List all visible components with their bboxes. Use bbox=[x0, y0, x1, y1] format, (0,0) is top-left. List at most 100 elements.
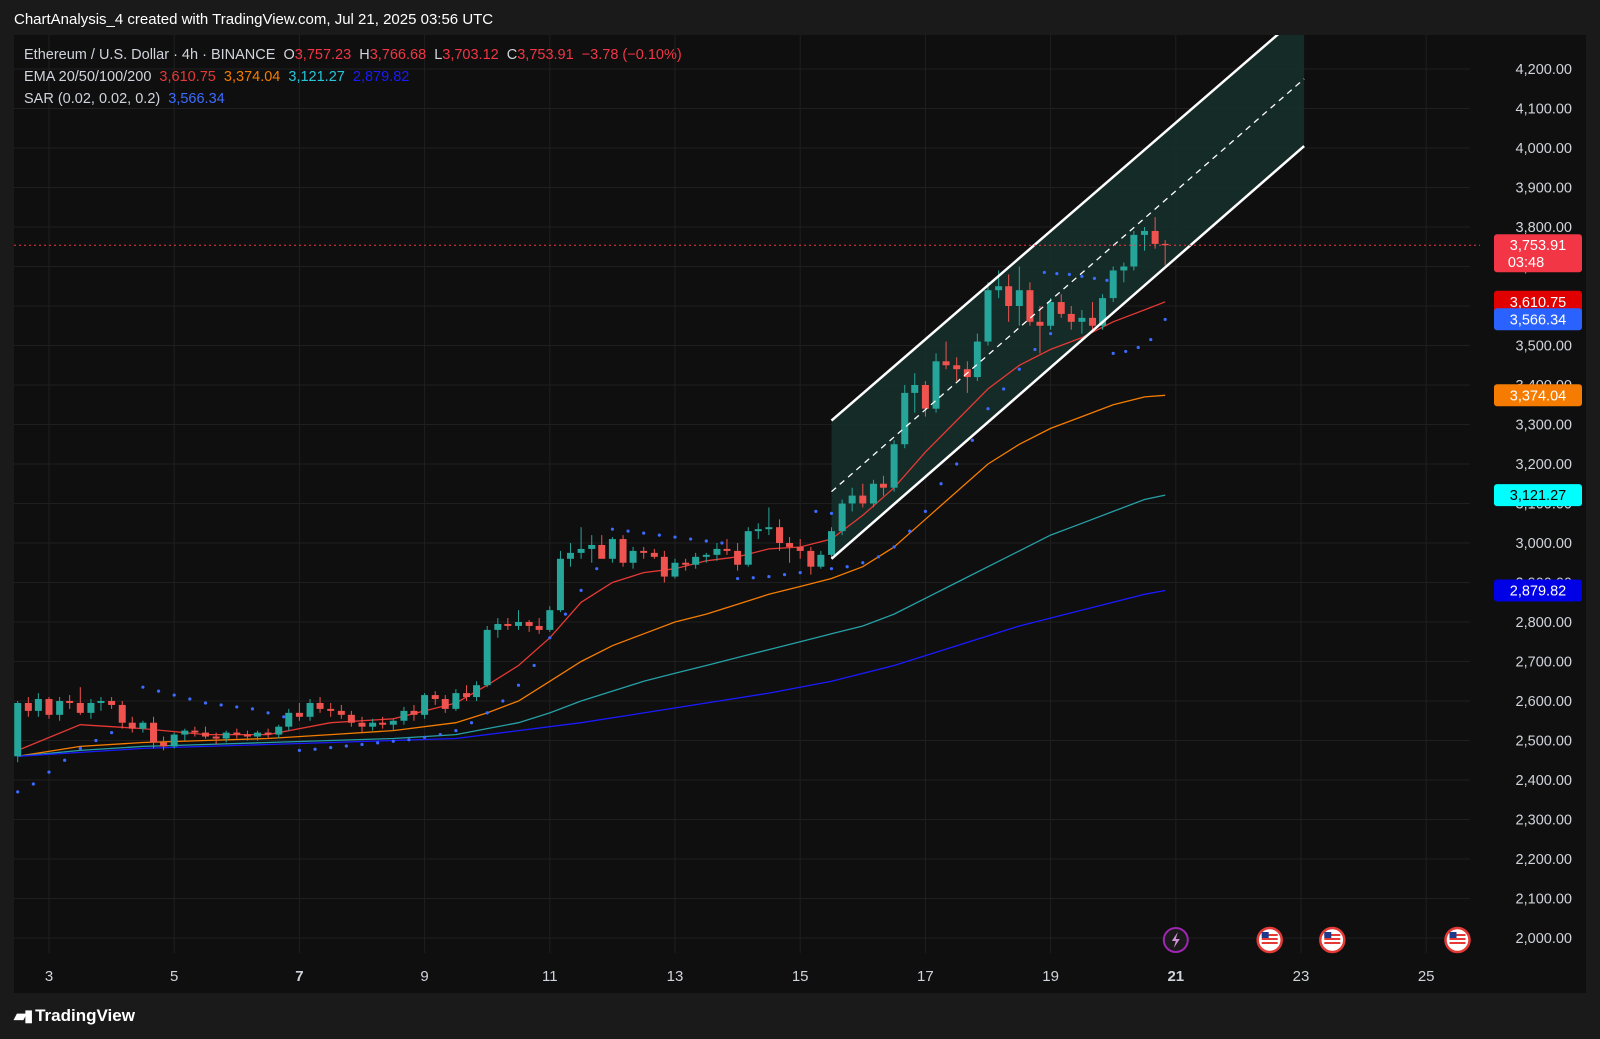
candle-body bbox=[744, 531, 752, 565]
sar-dot bbox=[814, 509, 818, 513]
sar-dot bbox=[63, 758, 67, 762]
candle-body bbox=[504, 623, 512, 626]
sar-dot bbox=[94, 738, 98, 743]
channel-mid-line bbox=[831, 78, 1305, 493]
sar-dot bbox=[266, 711, 270, 715]
sar-dot bbox=[516, 683, 521, 687]
sar-dot bbox=[1055, 272, 1059, 276]
open-value: 3,757.23 bbox=[294, 47, 352, 63]
sar-dot bbox=[736, 576, 740, 581]
flag-stripe bbox=[1449, 942, 1466, 944]
ema-legend[interactable]: EMA 20/50/100/200 3,610.75 3,374.04 3,12… bbox=[24, 69, 413, 85]
candle-body bbox=[713, 548, 721, 555]
sar-dot bbox=[579, 588, 583, 593]
candle-body bbox=[921, 385, 929, 409]
plot-area bbox=[14, 35, 1305, 794]
sar-dot bbox=[407, 738, 411, 742]
sar-dot bbox=[610, 527, 615, 531]
sar-dot bbox=[156, 689, 161, 693]
sar-dot bbox=[626, 529, 630, 533]
candle-body bbox=[24, 702, 32, 711]
sar-legend[interactable]: SAR (0.02, 0.02, 0.2) 3,566.34 bbox=[24, 91, 229, 107]
sar-dot bbox=[282, 715, 286, 719]
candle-body bbox=[515, 622, 522, 626]
x-tick-label: 25 bbox=[1418, 968, 1435, 985]
candle-body bbox=[128, 722, 136, 729]
sar-dot bbox=[1105, 278, 1109, 282]
sar-dot bbox=[313, 747, 317, 751]
price-tag-label: 3,374.04 bbox=[1510, 388, 1566, 404]
open-label: O bbox=[283, 47, 295, 63]
y-tick-label: 2,600.00 bbox=[1516, 694, 1572, 710]
sar-dot bbox=[532, 663, 536, 668]
sar-dot bbox=[235, 705, 239, 709]
candle-body bbox=[1047, 302, 1055, 326]
candle-body bbox=[598, 544, 606, 559]
sar-value: 3,566.34 bbox=[168, 91, 225, 107]
sar-dot bbox=[548, 636, 552, 640]
sar-dot bbox=[1111, 351, 1115, 355]
sar-dot bbox=[203, 701, 208, 705]
candle-body bbox=[56, 701, 64, 715]
symbol-name[interactable]: Ethereum / U.S. Dollar · 4h · BINANCE bbox=[24, 47, 275, 63]
candle-body bbox=[306, 702, 314, 717]
candle-body bbox=[108, 701, 116, 705]
low-value: 3,703.12 bbox=[442, 47, 499, 63]
sar-dot bbox=[438, 732, 442, 737]
candle-body bbox=[1057, 302, 1065, 314]
price-tag-label: 3,121.27 bbox=[1510, 488, 1566, 504]
sar-dot bbox=[31, 782, 35, 786]
sar-dot bbox=[47, 770, 51, 774]
candle-body bbox=[838, 503, 846, 532]
candle-body bbox=[692, 556, 700, 565]
y-tick-label: 3,900.00 bbox=[1516, 181, 1572, 197]
candle-body bbox=[660, 556, 668, 577]
flag-stripe bbox=[1261, 938, 1278, 940]
candle-body bbox=[400, 710, 408, 721]
sar-dot bbox=[485, 711, 489, 715]
candle-body bbox=[754, 529, 762, 532]
candle-body bbox=[723, 548, 731, 551]
candle-body bbox=[765, 527, 773, 530]
candle-body bbox=[358, 722, 366, 727]
candle-body bbox=[285, 712, 293, 727]
candle-body bbox=[202, 732, 209, 737]
candle-body bbox=[181, 730, 189, 735]
y-tick-label: 2,300.00 bbox=[1516, 813, 1572, 829]
x-tick-label: 19 bbox=[1042, 968, 1059, 985]
sar-dot bbox=[657, 533, 661, 537]
sar-dot bbox=[970, 438, 974, 442]
candle-body bbox=[160, 742, 168, 747]
change-value: −3.78 (−0.10%) bbox=[581, 47, 682, 63]
candle-body bbox=[139, 722, 147, 729]
sar-dot bbox=[454, 729, 458, 733]
ema-line-ema50 bbox=[17, 394, 1166, 757]
candle-body bbox=[118, 704, 126, 723]
flag-canton bbox=[1261, 932, 1269, 938]
y-tick-label: 4,000.00 bbox=[1516, 141, 1572, 157]
candle-body bbox=[97, 701, 105, 703]
candle-body bbox=[1089, 317, 1097, 326]
sar-dot bbox=[876, 555, 881, 559]
price-tag-label: 3,753.91 bbox=[1510, 238, 1566, 254]
y-tick-label: 2,100.00 bbox=[1516, 892, 1572, 908]
candle-body bbox=[347, 714, 355, 723]
sar-dot bbox=[219, 703, 223, 707]
sar-dot bbox=[423, 735, 427, 739]
sar-dot bbox=[673, 535, 677, 539]
ema100-value: 3,121.27 bbox=[288, 69, 345, 85]
candle-body bbox=[1109, 270, 1117, 299]
sar-dot bbox=[939, 482, 943, 486]
sar-dot bbox=[1002, 387, 1006, 391]
flag-stripe bbox=[1449, 938, 1466, 940]
sar-dot bbox=[829, 511, 834, 515]
y-tick-label: 3,000.00 bbox=[1516, 536, 1572, 552]
candle-body bbox=[984, 290, 992, 342]
candle-body bbox=[1130, 234, 1138, 267]
flag-stripe bbox=[1324, 942, 1341, 944]
candle-body bbox=[212, 736, 220, 739]
tradingview-logo[interactable]: ▰▮ TradingView bbox=[14, 1006, 135, 1026]
y-tick-label: 3,800.00 bbox=[1516, 220, 1572, 236]
price-chart[interactable]: 2,000.00 2,100.00 2,200.00 2,300.00 2,400.00… bbox=[0, 0, 1600, 1039]
sar-dot bbox=[391, 739, 395, 743]
